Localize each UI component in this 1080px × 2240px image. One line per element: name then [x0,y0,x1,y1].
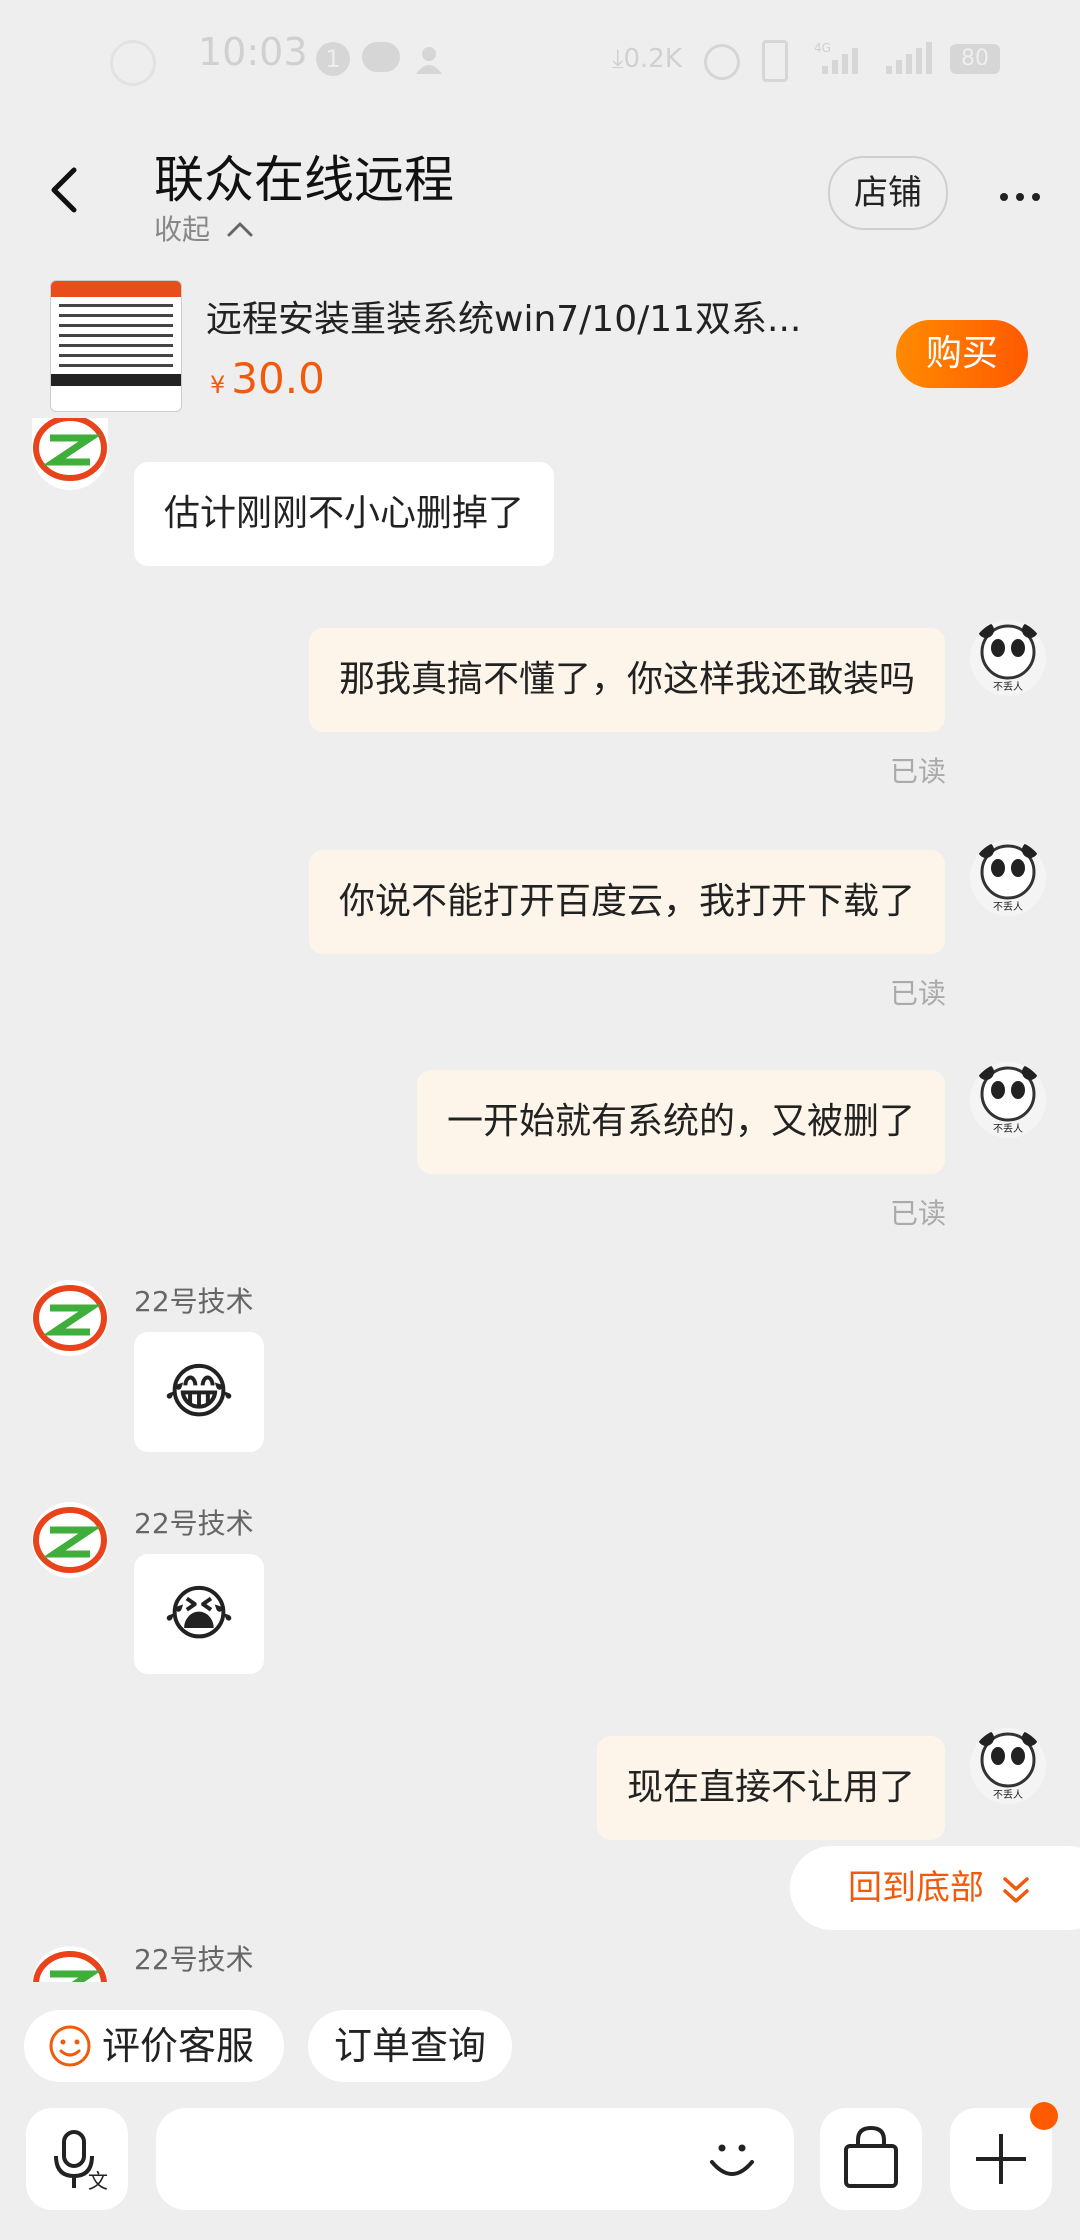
double-chevron-down-icon [1003,1876,1029,1903]
avatar[interactable] [32,1946,108,1982]
emoji-message[interactable]: 😂 [134,1332,264,1452]
person-icon [414,44,444,74]
order-query-label: 订单查询 [333,2024,486,2068]
input-bar: 文 [0,2086,1080,2240]
shop-button[interactable]: 店铺 [828,156,948,230]
crying-emoji: 😭 [163,1579,235,1649]
panda-avatar-icon: 不丢人 [978,842,1038,913]
dot-icon [1032,193,1040,201]
buy-button[interactable]: 购买 [896,320,1028,388]
vibrate-icon [762,40,788,82]
read-status: 已读 [889,755,946,788]
sender-name: 22号技术 [134,1943,254,1976]
signal-4g-icon: 4G [812,40,868,80]
shopping-bag-icon [844,2125,898,2188]
avatar[interactable] [32,418,108,490]
dot-icon [1016,193,1024,201]
avatar[interactable]: 不丢人 [970,1728,1046,1804]
microphone-icon: 文 [54,2130,108,2193]
download-speed: ⤓0.2K [612,44,682,74]
message-bubble[interactable]: 现在直接不让用了 [596,1736,945,1840]
rate-service-label: 评价客服 [102,2024,255,2068]
avatar[interactable]: 不丢人 [970,840,1046,916]
more-options-button[interactable] [1000,186,1040,205]
chevron-up-icon [227,222,253,237]
product-title[interactable]: 远程安装重装系统win7/10/11双系... [206,290,846,342]
avatar[interactable]: 不丢人 [970,1062,1046,1138]
message-bubble[interactable]: 你说不能打开百度云，我打开下载了 [308,850,945,954]
shopping-bag-button[interactable] [820,2108,922,2210]
camera-icon [110,40,156,86]
back-button[interactable] [40,160,90,220]
read-status: 已读 [889,1197,946,1230]
panda-avatar-icon: 不丢人 [978,1064,1038,1135]
smile-icon [49,2025,91,2067]
collapse-label: 收起 [154,213,211,246]
emoji-message[interactable]: 😭 [134,1554,264,1674]
status-time: 10:03 [198,30,308,74]
panda-avatar-icon: 不丢人 [978,1730,1038,1801]
emoji-smile-icon[interactable] [700,2128,764,2192]
avatar-caption: 不丢人 [993,1789,1023,1801]
notification-dot [1030,2102,1058,2130]
avatar[interactable] [32,1280,108,1356]
more-actions-button[interactable] [950,2102,1058,2210]
message-bubble[interactable]: 估计刚刚不小心删掉了 [134,462,555,566]
dot-icon [1000,193,1008,201]
battery-icon: 80 [950,44,1000,74]
download-icon: ⤓ [612,44,624,74]
svg-text:文: 文 [88,2169,108,2193]
message-input[interactable] [156,2108,794,2210]
sender-name: 22号技术 [134,1507,254,1540]
avatar-caption: 不丢人 [993,901,1023,913]
message-bubble[interactable]: 一开始就有系统的，又被删了 [416,1070,945,1174]
avatar[interactable]: 不丢人 [970,620,1046,696]
read-status: 已读 [889,977,946,1010]
panda-avatar-icon: 不丢人 [978,622,1038,693]
page-title: 联众在线远程 [154,151,454,209]
price-value: 30.0 [231,354,325,403]
collapse-toggle[interactable]: 收起 [154,208,255,248]
shop-logo-icon [33,1507,107,1573]
shop-logo-icon [33,1951,107,1982]
back-arrow-icon [51,167,77,213]
currency-symbol: ¥ [210,371,226,399]
shop-logo-icon [33,418,107,481]
order-query-chip[interactable]: 订单查询 [308,2010,512,2082]
network-type-label: 4G [814,41,831,55]
chat-bubble-icon [362,42,400,72]
partial-message-row: 22号技术 [0,1930,1080,1982]
signal-icon [884,40,936,80]
voice-to-text-button[interactable]: 文 [26,2108,128,2210]
alarm-icon [704,44,740,80]
status-bar: 10:03 1 ⤓0.2K 4G 80 [0,0,1080,120]
notification-count-badge: 1 [316,42,350,76]
avatar-caption: 不丢人 [993,1123,1023,1135]
avatar-caption: 不丢人 [993,681,1023,693]
rate-service-chip[interactable]: 评价客服 [24,2010,284,2082]
message-bubble[interactable]: 那我真搞不懂了，你这样我还敢装吗 [308,628,945,732]
avatar[interactable] [32,1502,108,1578]
product-price: ¥30.0 [210,354,325,403]
back-to-bottom-button[interactable]: 回到底部 [790,1846,1080,1930]
sender-name: 22号技术 [134,1285,254,1318]
laughing-crying-emoji: 😂 [163,1357,235,1427]
shop-logo-icon [33,1285,107,1351]
product-thumbnail[interactable] [50,280,182,412]
back-to-bottom-label: 回到底部 [848,1868,984,1908]
